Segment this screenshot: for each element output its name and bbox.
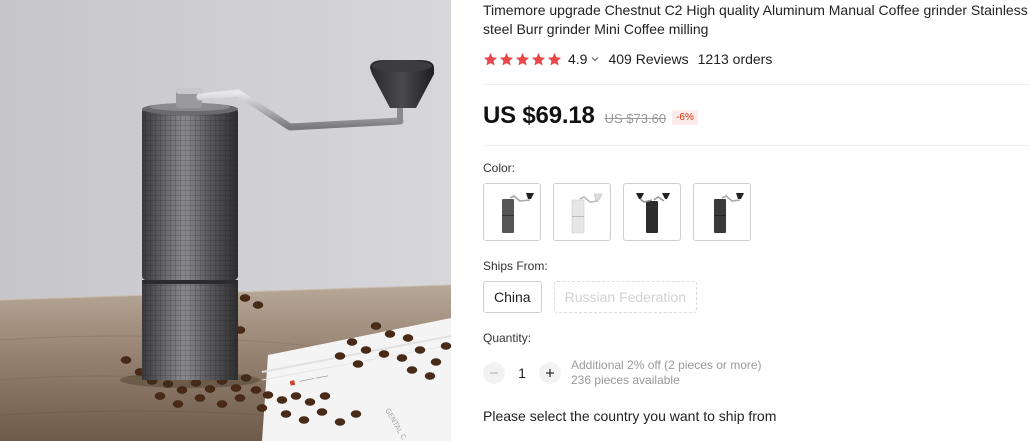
chevron-down-icon[interactable] (590, 54, 600, 64)
star-icon (515, 52, 530, 65)
minus-icon (490, 372, 498, 374)
price-row: US $69.18 US $73.60 -6% (483, 101, 698, 131)
ships-from-options: China Russian Federation (483, 281, 697, 313)
quantity-label: Quantity: (483, 331, 532, 345)
rating-stars (483, 52, 562, 67)
quantity-notes: Additional 2% off (2 pieces or more) 236… (571, 358, 762, 388)
grinder-thumbnail (502, 193, 534, 233)
grinder-thumbnail (636, 193, 670, 233)
color-label: Color: (483, 161, 516, 175)
color-option-white[interactable] (553, 183, 611, 241)
quantity-value[interactable]: 1 (505, 365, 539, 381)
grinder-thumbnail (714, 193, 744, 233)
product-info-panel: Timemore upgrade Chestnut C2 High qualit… (483, 0, 1030, 441)
quantity-stepper: 1 Additional 2% off (2 pieces or more) 2… (483, 358, 762, 388)
star-icon (483, 52, 498, 65)
bulk-discount-note: Additional 2% off (2 pieces or more) (571, 358, 762, 372)
product-image: ■ ───── ──── GENTAL C (0, 0, 451, 441)
divider (483, 84, 1030, 85)
quantity-increase-button[interactable] (539, 362, 561, 384)
rating-row: 4.9 409 Reviews 1213 orders (483, 50, 772, 68)
coffee-grinder-photo: ■ ───── ──── GENTAL C (0, 0, 451, 441)
plus-icon (546, 369, 554, 377)
product-title: Timemore upgrade Chestnut C2 High qualit… (483, 2, 1028, 37)
color-option-dark-alt[interactable] (693, 183, 751, 241)
stock-available-note: 236 pieces available (571, 373, 680, 387)
star-icon (531, 52, 546, 65)
star-icon (499, 52, 514, 65)
color-option-dark[interactable] (483, 183, 541, 241)
ships-from-label: Ships From: (483, 259, 548, 273)
current-price: US $69.18 (483, 102, 595, 129)
discount-badge: -6% (672, 110, 698, 125)
grinder-thumbnail (571, 193, 603, 234)
color-swatches (483, 183, 751, 241)
ships-from-russian-federation[interactable]: Russian Federation (553, 281, 697, 313)
divider (483, 145, 1030, 146)
color-option-black[interactable] (623, 183, 681, 241)
shipping-message: Please select the country you want to sh… (483, 408, 777, 424)
star-icon (547, 52, 562, 65)
rating-value[interactable]: 4.9 (568, 51, 587, 67)
reviews-link[interactable]: 409 Reviews (608, 51, 688, 67)
ships-from-china[interactable]: China (483, 281, 542, 313)
quantity-decrease-button[interactable] (483, 362, 505, 384)
orders-count: 1213 orders (697, 51, 773, 67)
original-price: US $73.60 (604, 110, 667, 126)
